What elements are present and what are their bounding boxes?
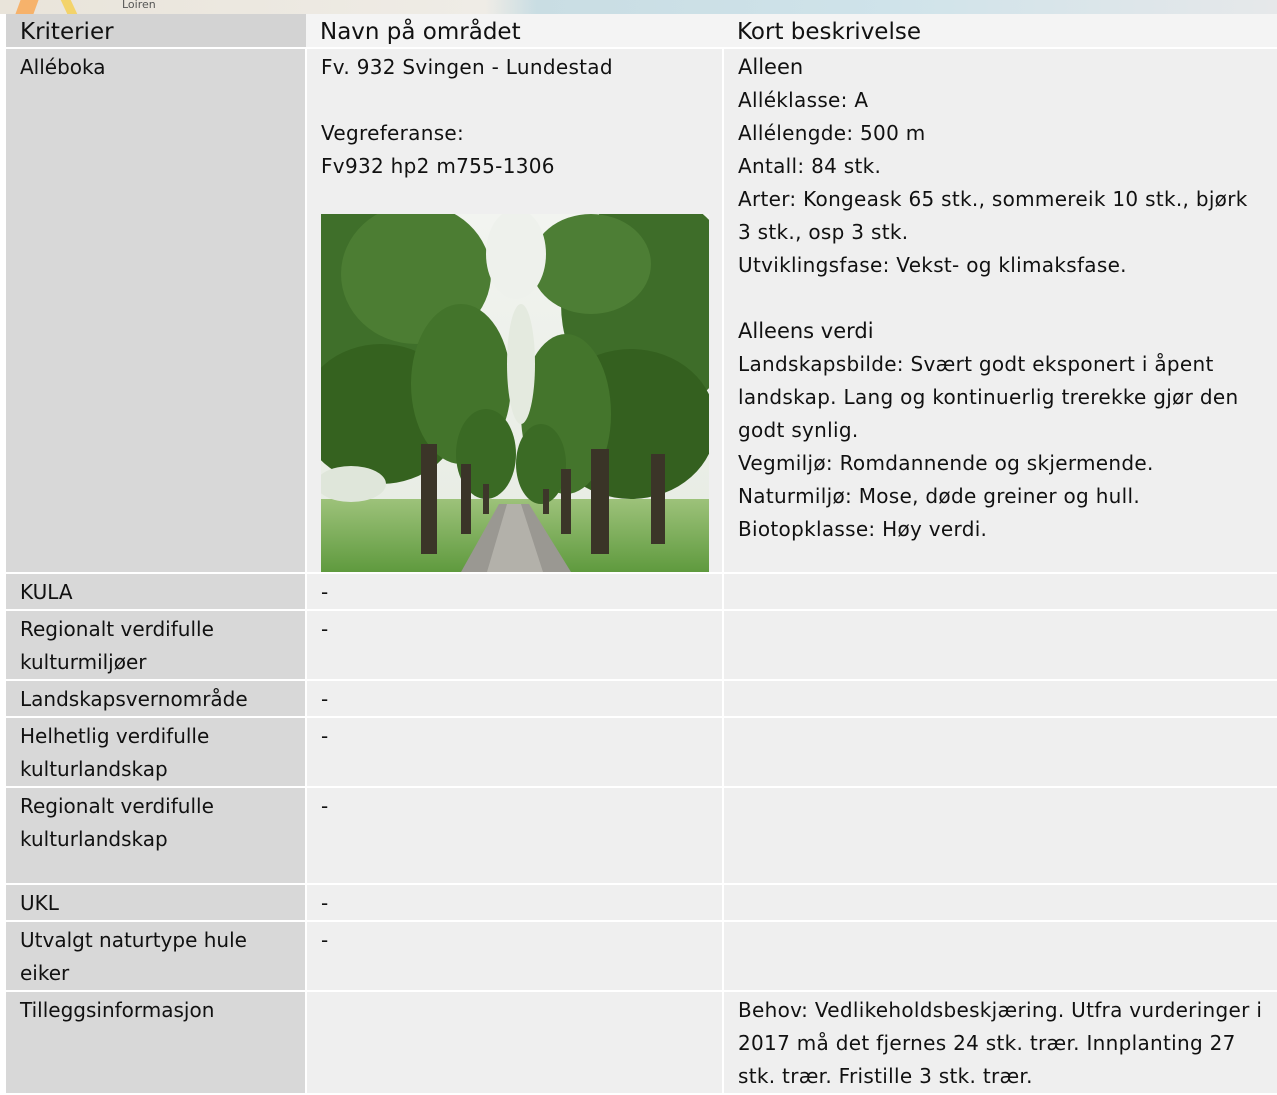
description-cell: Behov: Vedlikeholdsbeskjæring. Utfra vur… xyxy=(722,991,1277,1095)
area-name: Fv. 932 Svingen - Lundestad xyxy=(321,55,613,79)
criterion-cell: Alléboka xyxy=(6,48,306,574)
description-line: Arter: Kongeask 65 stk., sommereik 10 st… xyxy=(738,187,1248,244)
description-cell xyxy=(722,921,1277,992)
description-cell xyxy=(722,610,1277,681)
description-cell xyxy=(722,884,1277,922)
criterion-cell: UKL xyxy=(6,884,306,922)
table-row: Helhetlig verdifulle kulturlandskap - xyxy=(6,717,1277,788)
criteria-table: Kriterier Navn på området Kort beskrivel… xyxy=(6,14,1277,1095)
map-road xyxy=(60,0,78,14)
description-line: Vegmiljø: Romdannende og skjermende. xyxy=(738,451,1154,475)
criterion-cell: Regionalt verdifulle kulturlandskap xyxy=(6,787,306,885)
description-line: Utviklingsfase: Vekst- og klimaksfase. xyxy=(738,253,1127,277)
area-cell xyxy=(305,991,723,1095)
area-cell: - xyxy=(305,680,723,718)
table-row: Utvalgt naturtype hule eiker - xyxy=(6,921,1277,992)
map-road xyxy=(15,0,39,14)
description-heading-alleen: Alleen xyxy=(738,55,804,79)
description-line: Antall: 84 stk. xyxy=(738,154,882,178)
criterion-cell: KULA xyxy=(6,573,306,611)
description-line: Alléklasse: A xyxy=(738,88,869,112)
area-cell: - xyxy=(305,884,723,922)
table-row: Tilleggsinformasjon Behov: Vedlikeholdsb… xyxy=(6,991,1277,1095)
description-line: Biotopklasse: Høy verdi. xyxy=(738,517,988,541)
description-line: Landskapsbilde: Svært godt eksponert i å… xyxy=(738,352,1239,442)
table-row: Regionalt verdifulle kulturlandskap - xyxy=(6,787,1277,885)
background-map-strip: Loiren xyxy=(0,0,1277,14)
header-description: Kort beskrivelse xyxy=(723,14,1277,49)
description-cell xyxy=(722,787,1277,885)
map-place-label: Loiren xyxy=(122,0,156,11)
criterion-cell: Regionalt verdifulle kulturmiljøer xyxy=(6,610,306,681)
criterion-cell: Tilleggsinformasjon xyxy=(6,991,306,1095)
area-cell: Fv. 932 Svingen - Lundestad Vegreferanse… xyxy=(305,48,723,574)
road-reference-label: Vegreferanse: xyxy=(321,121,465,145)
table-row: UKL - xyxy=(6,884,1277,922)
table-row: Regionalt verdifulle kulturmiljøer - xyxy=(6,610,1277,681)
description-cell xyxy=(722,573,1277,611)
table-row: KULA - xyxy=(6,573,1277,611)
area-cell: - xyxy=(305,573,723,611)
description-cell xyxy=(722,680,1277,718)
description-line: Allélengde: 500 m xyxy=(738,121,926,145)
table-row: Landskapsvernområde - xyxy=(6,680,1277,718)
avenue-photo xyxy=(321,214,709,572)
header-criteria: Kriterier xyxy=(6,14,306,49)
criterion-cell: Utvalgt naturtype hule eiker xyxy=(6,921,306,992)
table-row-alleboka: Alléboka Fv. 932 Svingen - Lundestad Veg… xyxy=(6,48,1277,574)
description-line: Naturmiljø: Mose, døde greiner og hull. xyxy=(738,484,1141,508)
criterion-cell: Helhetlig verdifulle kulturlandskap xyxy=(6,717,306,788)
description-cell xyxy=(722,717,1277,788)
road-reference-value: Fv932 hp2 m755-1306 xyxy=(321,154,555,178)
area-cell: - xyxy=(305,921,723,992)
area-cell: - xyxy=(305,717,723,788)
criterion-cell: Landskapsvernområde xyxy=(6,680,306,718)
header-area-name: Navn på området xyxy=(306,14,723,49)
header-row: Kriterier Navn på området Kort beskrivel… xyxy=(6,14,1277,49)
area-cell: - xyxy=(305,610,723,681)
description-cell: Alleen Alléklasse: A Allélengde: 500 m A… xyxy=(722,48,1277,574)
description-heading-alleens-verdi: Alleens verdi xyxy=(738,319,874,343)
area-cell: - xyxy=(305,787,723,885)
